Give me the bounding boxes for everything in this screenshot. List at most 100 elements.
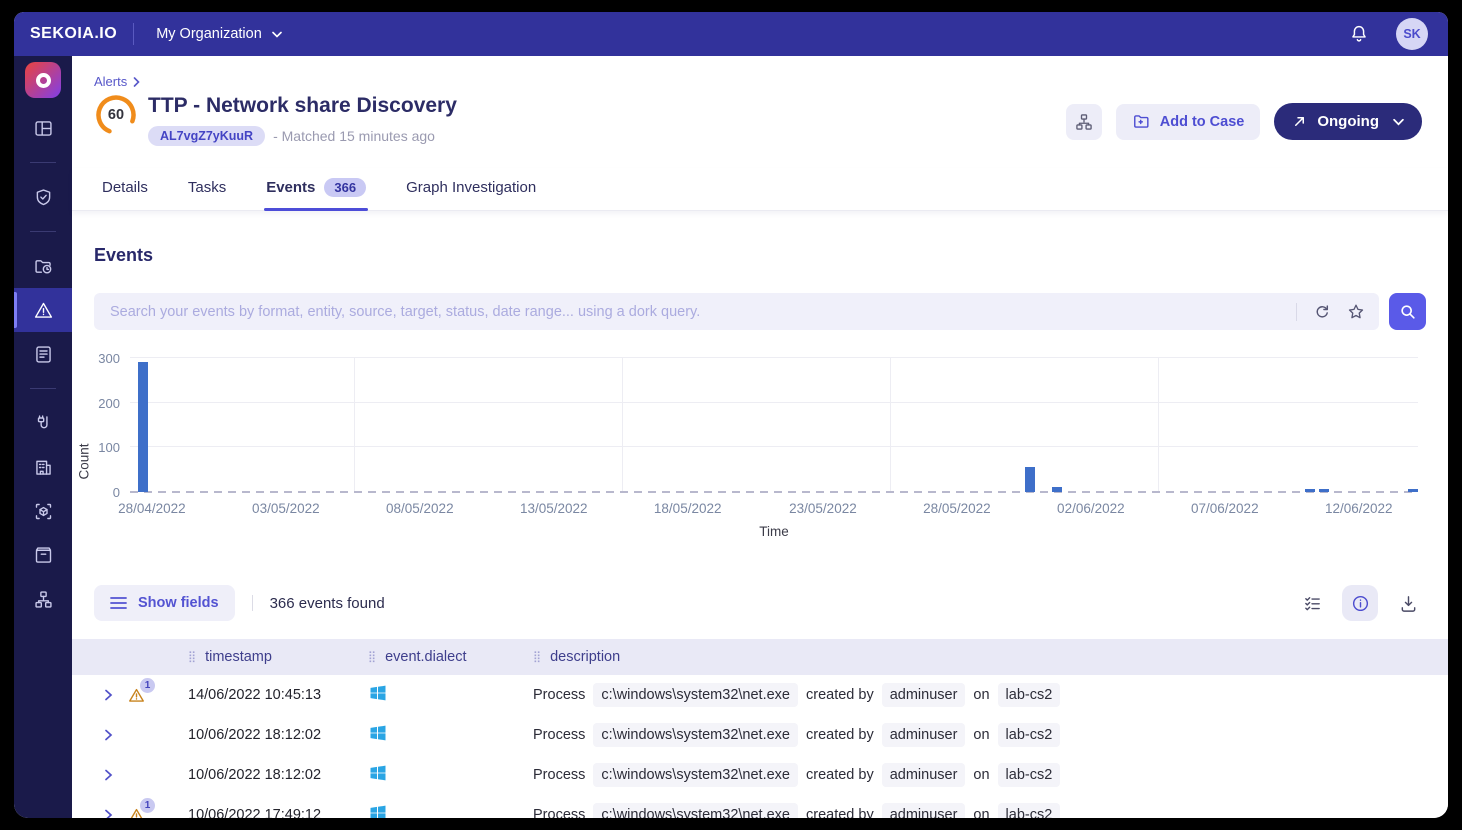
tab-graph-investigation[interactable]: Graph Investigation (404, 168, 538, 210)
process-path-chip[interactable]: c:\windows\system32\net.exe (593, 763, 798, 787)
app-window: SEKOIA.IO My Organization SK (14, 12, 1448, 818)
event-timestamp: 10/06/2022 18:12:02 (188, 767, 368, 783)
tab-details[interactable]: Details (100, 168, 150, 210)
brand-logo: SEKOIA.IO (30, 25, 117, 43)
info-toggle-button[interactable] (1342, 585, 1378, 621)
event-timestamp: 14/06/2022 10:45:13 (188, 687, 368, 703)
similar-alerts-indicator[interactable]: 1 (127, 806, 146, 819)
sidebar-item-security[interactable] (14, 175, 72, 219)
warning-count-badge: 1 (140, 678, 155, 693)
user-chip[interactable]: adminuser (882, 763, 966, 787)
arrow-up-right-icon (1292, 114, 1307, 129)
chevron-right-icon (104, 809, 113, 818)
archive-box-icon (33, 545, 54, 566)
expand-row-button[interactable] (104, 729, 113, 741)
chart-x-axis-title: Time (130, 524, 1418, 539)
chevron-down-icon (272, 31, 282, 38)
avatar[interactable]: SK (1396, 18, 1428, 50)
host-chip[interactable]: lab-cs2 (998, 763, 1061, 787)
host-chip[interactable]: lab-cs2 (998, 683, 1061, 707)
host-chip[interactable]: lab-cs2 (998, 723, 1061, 747)
event-description: Process c:\windows\system32\net.exe crea… (533, 763, 1428, 787)
refresh-button[interactable] (1313, 303, 1331, 321)
windows-icon (368, 683, 388, 703)
event-dialect-cell (368, 803, 533, 819)
column-header-description[interactable]: ⣿description (533, 649, 1428, 665)
table-row: 10/06/2022 18:12:02 Process c:\windows\s… (72, 715, 1448, 755)
add-to-case-label: Add to Case (1160, 114, 1245, 130)
select-columns-button[interactable] (1294, 585, 1330, 621)
sidebar-item-detection[interactable] (14, 489, 72, 533)
graph-view-button[interactable] (1066, 104, 1102, 140)
breadcrumb-alerts[interactable]: Alerts (94, 74, 127, 89)
app-logo[interactable] (25, 62, 61, 98)
event-description: Process c:\windows\system32\net.exe crea… (533, 683, 1428, 707)
alert-id-badge[interactable]: AL7vgZ7yKuuR (148, 126, 265, 146)
column-header-event-dialect[interactable]: ⣿event.dialect (368, 649, 533, 665)
show-fields-button[interactable]: Show fields (94, 585, 235, 621)
info-icon (1351, 594, 1370, 613)
alert-triangle-icon (33, 300, 54, 321)
table-header: ⣿timestamp ⣿event.dialect ⣿description (72, 639, 1448, 675)
table-row: 1 14/06/2022 10:45:13 Process c:\windows… (72, 675, 1448, 715)
column-header-timestamp[interactable]: ⣿timestamp (188, 649, 368, 665)
organization-switcher[interactable]: My Organization (150, 25, 288, 43)
sidebar-item-community[interactable] (14, 445, 72, 489)
user-chip[interactable]: adminuser (882, 683, 966, 707)
sidebar-item-alerts[interactable] (14, 288, 72, 332)
user-chip[interactable]: adminuser (882, 723, 966, 747)
alert-score-value: 60 (94, 93, 138, 137)
process-path-chip[interactable]: c:\windows\system32\net.exe (593, 803, 798, 818)
chart-x-ticks: 28/04/202203/05/202208/05/202213/05/2022… (130, 501, 1418, 519)
download-icon (1399, 594, 1418, 613)
notifications-button[interactable] (1342, 22, 1376, 46)
organization-name: My Organization (156, 26, 262, 42)
expand-row-button[interactable] (104, 769, 113, 781)
logo-ring-icon (36, 73, 51, 88)
event-description: Process c:\windows\system32\net.exe crea… (533, 803, 1428, 818)
favorite-query-button[interactable] (1347, 303, 1365, 321)
event-timestamp: 10/06/2022 17:49:12 (188, 807, 368, 818)
user-chip[interactable]: adminuser (882, 803, 966, 818)
tab-events-label: Events (266, 179, 315, 196)
windows-icon (368, 723, 388, 743)
sidebar-item-cases[interactable] (14, 244, 72, 288)
refresh-icon (1313, 303, 1331, 321)
status-label: Ongoing (1317, 113, 1379, 130)
process-path-chip[interactable]: c:\windows\system32\net.exe (593, 723, 798, 747)
main-panel: Alerts 60 TTP - Network share Discovery … (72, 56, 1448, 818)
similar-alerts-indicator[interactable]: 1 (127, 686, 146, 705)
sidebar-divider (30, 388, 56, 389)
drag-handle-icon[interactable]: ⣿ (368, 652, 376, 663)
sitemap-icon (33, 589, 54, 610)
chart-bar (1408, 489, 1418, 492)
search-button[interactable] (1389, 293, 1426, 330)
list-icon (110, 596, 127, 610)
page-title: TTP - Network share Discovery (148, 93, 457, 119)
add-to-case-button[interactable]: Add to Case (1116, 104, 1261, 140)
host-chip[interactable]: lab-cs2 (998, 803, 1061, 818)
star-icon (1347, 303, 1365, 321)
breadcrumb[interactable]: Alerts (94, 74, 1422, 89)
download-button[interactable] (1390, 585, 1426, 621)
sidebar-item-dashboards[interactable] (14, 106, 72, 150)
tab-tasks[interactable]: Tasks (186, 168, 228, 210)
checklist-icon (1303, 594, 1322, 613)
process-path-chip[interactable]: c:\windows\system32\net.exe (593, 683, 798, 707)
avatar-initials: SK (1403, 27, 1420, 41)
sidebar-item-reports[interactable] (14, 332, 72, 376)
sidebar-item-storage[interactable] (14, 533, 72, 577)
tab-events[interactable]: Events 366 (264, 168, 368, 210)
alert-header: Alerts 60 TTP - Network share Discovery … (72, 56, 1448, 146)
events-chart-plot[interactable]: 0100200300 (130, 358, 1418, 492)
drag-handle-icon[interactable]: ⣿ (188, 652, 196, 663)
expand-row-button[interactable] (104, 809, 113, 818)
events-found-count: 366 events found (270, 595, 385, 612)
sidebar-item-topology[interactable] (14, 577, 72, 621)
sidebar-item-intakes[interactable] (14, 401, 72, 445)
events-search-input[interactable] (94, 293, 1379, 330)
expand-row-button[interactable] (104, 689, 113, 701)
event-dialect-cell (368, 723, 533, 748)
drag-handle-icon[interactable]: ⣿ (533, 652, 541, 663)
status-button[interactable]: Ongoing (1274, 103, 1422, 140)
